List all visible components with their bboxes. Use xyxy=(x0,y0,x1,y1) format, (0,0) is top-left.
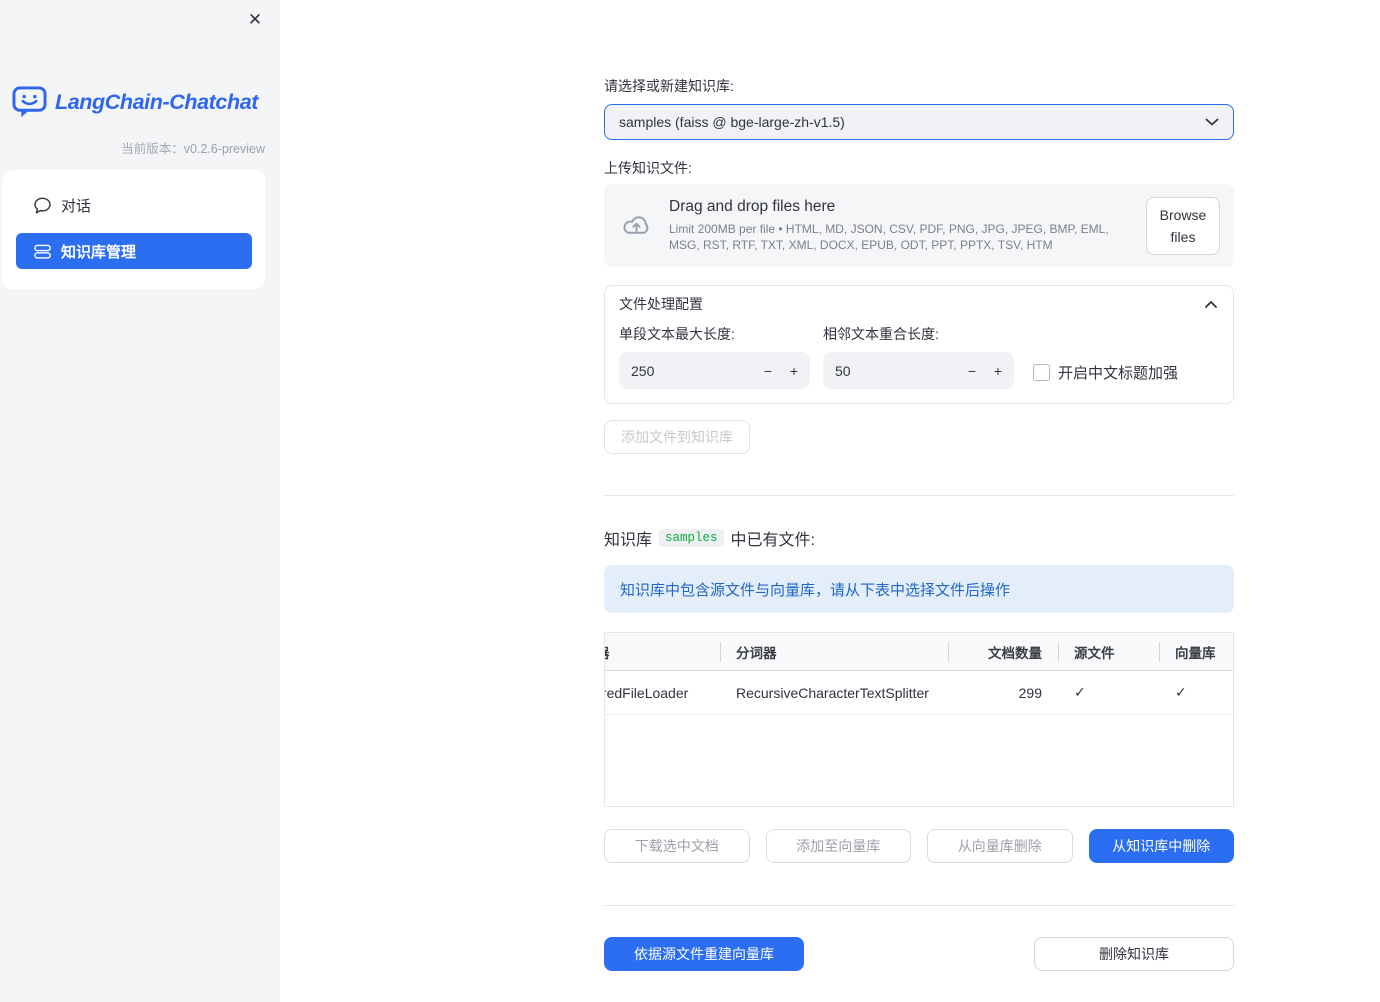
browse-files-button[interactable]: Browse files xyxy=(1146,196,1220,255)
kb-bottom-actions: 依据源文件重建向量库 删除知识库 xyxy=(604,937,1234,971)
divider xyxy=(604,905,1234,906)
chat-smiley-logo-icon xyxy=(12,86,47,119)
dropzone-limit-text: Limit 200MB per file • HTML, MD, JSON, C… xyxy=(669,222,1109,252)
chunk-size-value: 250 xyxy=(631,362,655,379)
add-files-to-kb-button[interactable]: 添加文件到知识库 xyxy=(604,420,750,454)
version-label: 当前版本： xyxy=(121,142,184,156)
dropzone-instructions: Drag and drop files here Limit 200MB per… xyxy=(669,198,1130,253)
file-config-title: 文件处理配置 xyxy=(619,296,703,312)
cell-source-file-check: ✓ xyxy=(1074,684,1086,700)
overlap-value: 50 xyxy=(835,362,851,379)
add-to-vector-store-button[interactable]: 添加至向量库 xyxy=(765,829,911,863)
chevron-up-icon xyxy=(1205,300,1217,308)
file-actions-row: 下载选中文档 添加至向量库 从向量库删除 从知识库中删除 xyxy=(604,829,1234,863)
sidebar: ✕ LangChain-Chatchat 当前版本：v0.2.6-preview… xyxy=(0,0,280,1002)
dropzone-title: Drag and drop files here xyxy=(669,198,836,215)
kb-files-table[interactable]: 文档加载器 分词器 文档数量 源文件 向量库 UnstructuredFileL… xyxy=(604,632,1234,807)
kb-files-heading: 知识库 samples 中已有文件: xyxy=(604,526,1234,550)
version-value: v0.2.6-preview xyxy=(183,142,265,156)
file-config-body: 单段文本最大长度: 250 − + 相邻文本重合长度: 50 − + 开启中文标… xyxy=(605,322,1233,403)
rebuild-vector-store-button[interactable]: 依据源文件重建向量库 xyxy=(604,937,804,971)
cell-splitter: RecursiveCharacterTextSplitter xyxy=(736,684,929,701)
overlap-input[interactable]: 50 − + xyxy=(823,352,1014,389)
kb-select-label: 请选择或新建知识库: xyxy=(604,78,734,94)
cloud-upload-icon xyxy=(620,213,653,239)
chunk-size-field: 单段文本最大长度: 250 − + xyxy=(619,324,810,389)
overlap-increment-button[interactable]: + xyxy=(984,352,1012,389)
stacked-bars-icon xyxy=(33,242,52,261)
sidebar-item-label: 对话 xyxy=(61,197,92,215)
chunk-size-input[interactable]: 250 − + xyxy=(619,352,810,389)
table-header-doc-count: 文档数量 xyxy=(948,633,1058,670)
download-selected-button[interactable]: 下载选中文档 xyxy=(604,829,750,863)
file-dropzone[interactable]: Drag and drop files here Limit 200MB per… xyxy=(604,184,1234,267)
file-config-expander: 文件处理配置 单段文本最大长度: 250 − + 相邻文本重合长度: 50 − … xyxy=(604,285,1234,404)
chevron-down-icon xyxy=(1205,118,1219,126)
app-title: LangChain-Chatchat xyxy=(55,90,259,114)
kb-files-heading-suffix: 中已有文件: xyxy=(730,532,815,549)
cell-vector-store-check: ✓ xyxy=(1175,684,1187,700)
table-header-source-file: 源文件 xyxy=(1058,633,1159,670)
zh-title-enhance-label[interactable]: 开启中文标题加强 xyxy=(1058,362,1178,383)
app-logo: LangChain-Chatchat xyxy=(12,86,258,119)
kb-select[interactable]: samples (faiss @ bge-large-zh-v1.5) xyxy=(604,104,1234,140)
overlap-label: 相邻文本重合长度: xyxy=(823,326,939,342)
chunk-size-increment-button[interactable]: + xyxy=(780,352,808,389)
overlap-field: 相邻文本重合长度: 50 − + xyxy=(823,324,1014,389)
zh-title-enhance-checkbox[interactable] xyxy=(1033,364,1050,381)
table-header-loader: 文档加载器 xyxy=(605,633,720,670)
cell-loader: UnstructuredFileLoader xyxy=(605,684,689,701)
delete-kb-button[interactable]: 删除知识库 xyxy=(1034,937,1234,971)
sidebar-item-dialogue[interactable]: 对话 xyxy=(16,187,252,223)
table-header-splitter: 分词器 xyxy=(720,633,948,670)
info-alert-text: 知识库中包含源文件与向量库，请从下表中选择文件后操作 xyxy=(620,581,1011,599)
delete-from-kb-button[interactable]: 从知识库中删除 xyxy=(1088,829,1234,863)
upload-label: 上传知识文件: xyxy=(604,160,692,176)
table-header-row: 文档加载器 分词器 文档数量 源文件 向量库 xyxy=(605,633,1233,671)
overlap-decrement-button[interactable]: − xyxy=(958,352,986,389)
sidebar-item-knowledge-base[interactable]: 知识库管理 xyxy=(16,233,252,269)
table-row[interactable]: UnstructuredFileLoader RecursiveCharacte… xyxy=(605,671,1233,715)
sidebar-item-label: 知识库管理 xyxy=(61,243,137,261)
file-config-expander-header[interactable]: 文件处理配置 xyxy=(605,286,1233,322)
kb-name-badge: samples xyxy=(659,529,724,547)
chat-bubble-icon xyxy=(33,196,52,215)
sidebar-menu: 对话 知识库管理 xyxy=(2,170,265,289)
info-alert: 知识库中包含源文件与向量库，请从下表中选择文件后操作 xyxy=(604,565,1234,613)
sidebar-close-icon[interactable]: ✕ xyxy=(242,6,268,32)
kb-files-heading-prefix: 知识库 xyxy=(604,532,653,549)
zh-title-enhance-field: 开启中文标题加强 xyxy=(1033,362,1178,383)
chunk-size-decrement-button[interactable]: − xyxy=(754,352,782,389)
main-content: 请选择或新建知识库: samples (faiss @ bge-large-zh… xyxy=(604,0,1234,971)
kb-select-value: samples (faiss @ bge-large-zh-v1.5) xyxy=(619,114,845,130)
chunk-size-label: 单段文本最大长度: xyxy=(619,326,735,342)
divider xyxy=(604,495,1234,496)
table-header-vector-store: 向量库 xyxy=(1159,633,1233,670)
cell-doc-count: 299 xyxy=(1018,684,1042,701)
version-text: 当前版本：v0.2.6-preview xyxy=(121,138,265,157)
delete-from-vector-store-button[interactable]: 从向量库删除 xyxy=(927,829,1073,863)
kb-files-table-inner: 文档加载器 分词器 文档数量 源文件 向量库 UnstructuredFileL… xyxy=(605,633,1233,715)
